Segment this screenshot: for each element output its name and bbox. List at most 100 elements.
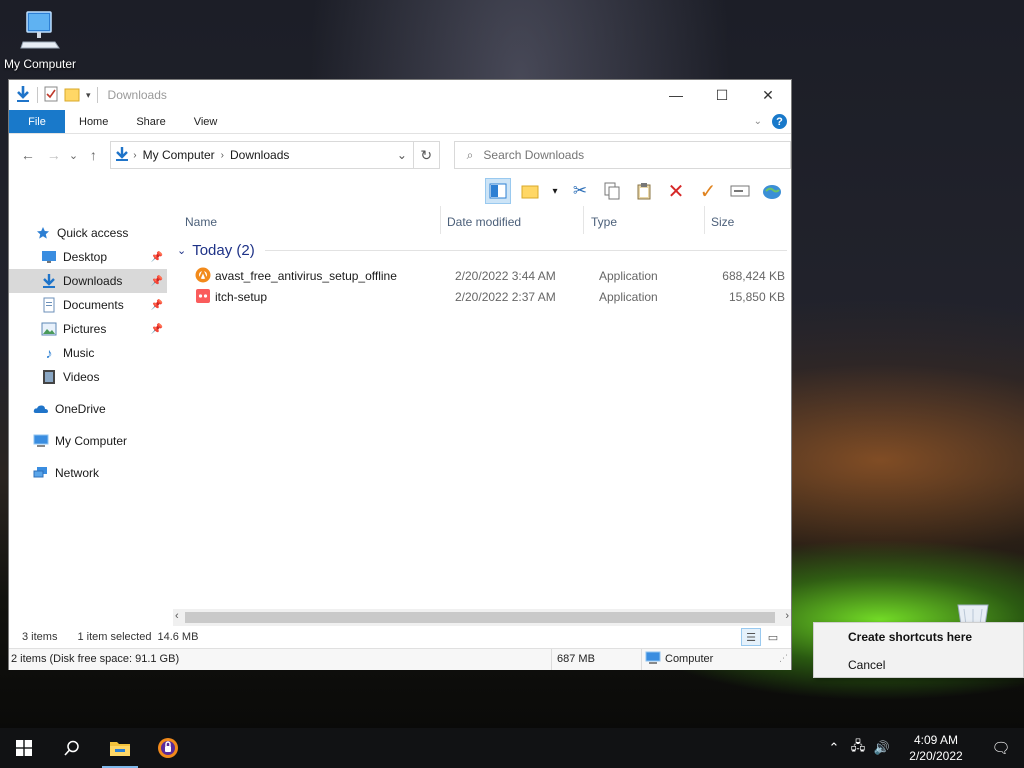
help-button[interactable]: ?: [772, 114, 787, 129]
group-header-today[interactable]: ⌄ Today (2): [177, 242, 787, 259]
file-date: 2/20/2022 2:37 AM: [455, 290, 556, 304]
sidebar-item-my-computer[interactable]: My Computer: [9, 429, 167, 453]
show-hidden-icons-icon[interactable]: ⌃: [822, 740, 846, 756]
start-button[interactable]: [0, 728, 48, 768]
folder-options-dropdown[interactable]: ▾: [549, 178, 561, 204]
recent-locations-button[interactable]: ⌄: [67, 149, 81, 162]
browser-taskbar-button[interactable]: [144, 728, 192, 768]
tab-home[interactable]: Home: [65, 110, 122, 133]
copy-icon[interactable]: [599, 178, 625, 204]
sidebar-item-label: Quick access: [57, 226, 129, 240]
sidebar-item-label: Network: [55, 466, 100, 480]
up-button[interactable]: ↑: [80, 147, 106, 163]
sidebar-item-label: Downloads: [63, 274, 123, 288]
search-box[interactable]: ⌕: [453, 141, 791, 169]
context-menu: Create shortcuts here Cancel: [813, 622, 1024, 678]
folder-options-button[interactable]: [517, 178, 543, 204]
downloads-arrow-icon: [111, 146, 129, 165]
details-view-button[interactable]: ☰: [741, 628, 761, 646]
resize-grip-icon[interactable]: ⋰: [779, 653, 788, 664]
avast-icon: [195, 267, 211, 286]
network-status-icon[interactable]: 🖧: [846, 737, 870, 759]
clock-date: 2/20/2022: [909, 749, 963, 763]
scrollbar-thumb[interactable]: [185, 612, 775, 623]
sidebar-item-downloads[interactable]: Downloads 📌: [9, 269, 167, 293]
cancel-item[interactable]: Cancel: [814, 651, 1023, 679]
breadcrumb-downloads[interactable]: Downloads: [224, 148, 295, 162]
volume-icon[interactable]: 🔊: [870, 740, 894, 756]
paste-icon[interactable]: [631, 178, 657, 204]
file-type: Application: [599, 290, 658, 304]
onedrive-icon: [33, 401, 49, 417]
window-controls: — ☐ ✕: [653, 80, 791, 110]
clock-time: 4:09 AM: [913, 733, 959, 747]
pictures-icon: [41, 321, 57, 337]
clock[interactable]: 4:09 AM 2/20/2022: [894, 732, 978, 764]
desktop-icon-my-computer[interactable]: My Computer: [0, 8, 80, 71]
tab-file[interactable]: File: [9, 110, 65, 133]
preview-pane-button[interactable]: [485, 178, 511, 204]
column-divider[interactable]: [583, 206, 584, 234]
column-divider[interactable]: [704, 206, 705, 234]
tab-share[interactable]: Share: [122, 110, 179, 133]
selection-size: 14.6 MB: [157, 631, 199, 643]
horizontal-scrollbar[interactable]: ‹ ›: [173, 609, 791, 626]
globe-icon[interactable]: [759, 178, 785, 204]
sidebar-item-pictures[interactable]: Pictures 📌: [9, 317, 167, 341]
create-shortcuts-here-item[interactable]: Create shortcuts here: [814, 623, 1023, 651]
column-header-type[interactable]: Type: [591, 210, 617, 234]
checkmark-icon[interactable]: ✓: [695, 178, 721, 204]
sidebar-item-videos[interactable]: Videos: [9, 365, 167, 389]
computer-icon: [33, 433, 49, 449]
forward-button[interactable]: →: [41, 147, 67, 163]
pin-icon: 📌: [150, 323, 163, 335]
notifications-icon[interactable]: 🗨: [978, 739, 1024, 757]
refresh-button[interactable]: ↻: [413, 141, 440, 169]
tab-view[interactable]: View: [180, 110, 232, 133]
chevron-down-icon: ⌄: [177, 245, 187, 257]
expand-ribbon-icon[interactable]: ⌄: [754, 116, 762, 127]
sidebar-item-documents[interactable]: Documents 📌: [9, 293, 167, 317]
item-count: 3 items: [22, 631, 58, 643]
sidebar-item-desktop[interactable]: Desktop 📌: [9, 245, 167, 269]
column-header-name[interactable]: Name: [185, 210, 217, 234]
sidebar-item-music[interactable]: ♪ Music: [9, 341, 167, 365]
minimize-button[interactable]: —: [653, 80, 699, 110]
column-divider[interactable]: [440, 206, 441, 234]
windows-logo-icon: [16, 740, 32, 756]
breadcrumb-separator[interactable]: ›: [129, 150, 136, 161]
new-folder-icon[interactable]: [64, 86, 80, 105]
column-header-size[interactable]: Size: [711, 210, 734, 234]
videos-icon: [41, 369, 57, 385]
computer-icon: [17, 8, 63, 52]
large-icons-view-button[interactable]: ▭: [763, 628, 783, 646]
customize-toolbar-icon[interactable]: ▾: [86, 90, 91, 101]
file-row-itch-setup[interactable]: itch-setup 2/20/2022 2:37 AM Application…: [183, 287, 785, 307]
address-dropdown-icon[interactable]: ⌄: [391, 148, 413, 162]
sidebar-item-label: OneDrive: [55, 402, 106, 416]
maximize-button[interactable]: ☐: [699, 80, 745, 110]
rename-icon[interactable]: [727, 178, 753, 204]
selection-count: 1 item selected: [77, 631, 152, 643]
close-button[interactable]: ✕: [745, 80, 791, 110]
file-explorer-taskbar-button[interactable]: [96, 728, 144, 768]
back-button[interactable]: ←: [15, 147, 41, 163]
cut-icon[interactable]: ✂: [567, 178, 593, 204]
sidebar-item-network[interactable]: Network: [9, 461, 167, 485]
properties-icon[interactable]: [44, 86, 58, 105]
command-toolbar: ▾ ✂ ✕ ✓: [9, 176, 791, 206]
disk-free-summary: 2 items (Disk free space: 91.1 GB): [11, 653, 180, 665]
scroll-left-icon[interactable]: ‹: [175, 610, 179, 622]
search-input[interactable]: [483, 148, 764, 162]
column-header-date-modified[interactable]: Date modified: [447, 210, 521, 234]
sidebar-item-quick-access[interactable]: Quick access: [9, 221, 167, 245]
file-row-avast[interactable]: avast_free_antivirus_setup_offline 2/20/…: [183, 266, 785, 286]
details-status-bar: 2 items (Disk free space: 91.1 GB) 687 M…: [9, 648, 791, 670]
pin-icon: 📌: [150, 275, 163, 287]
breadcrumb-my-computer[interactable]: My Computer: [137, 148, 221, 162]
search-button[interactable]: [48, 728, 96, 768]
sidebar-item-onedrive[interactable]: OneDrive: [9, 397, 167, 421]
scroll-right-icon[interactable]: ›: [785, 610, 789, 622]
address-bar[interactable]: › My Computer › Downloads ⌄: [110, 141, 414, 169]
delete-icon[interactable]: ✕: [663, 178, 689, 204]
